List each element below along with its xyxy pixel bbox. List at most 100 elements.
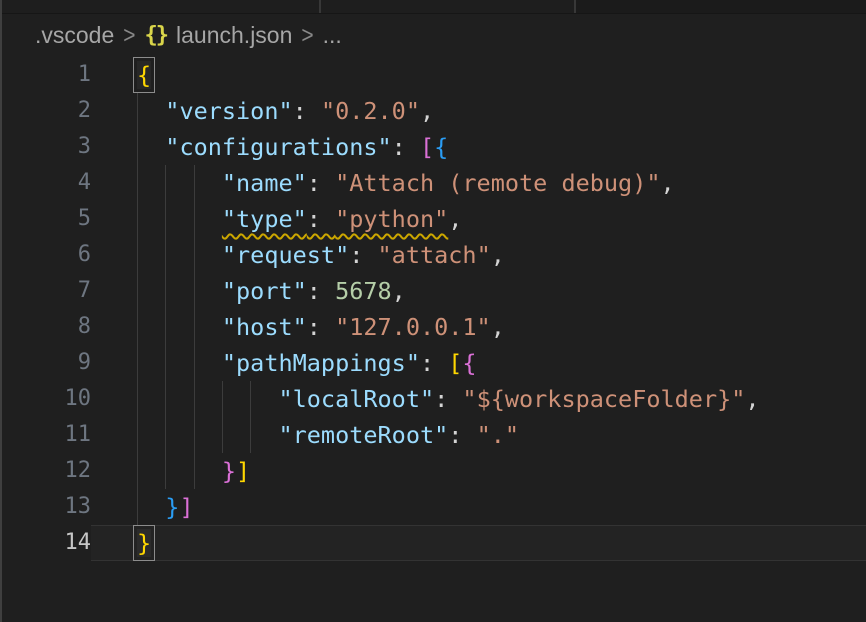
line-number[interactable]: 13: [0, 489, 91, 525]
line-number[interactable]: 1: [0, 57, 91, 93]
indent-guide: [165, 273, 166, 309]
code-content: }: [91, 525, 866, 561]
code-segment: [137, 97, 165, 125]
indent-guide: [165, 417, 166, 453]
code-segment: "version": [165, 97, 292, 125]
code-segment: :: [434, 385, 462, 413]
code-segment: ,: [745, 385, 759, 413]
code-segment: ,: [420, 97, 434, 125]
code-segment: [137, 457, 222, 485]
code-segment: [137, 493, 165, 521]
code-segment: "remoteRoot": [278, 421, 448, 449]
code-editor[interactable]: 1{2 "version": "0.2.0",3 "configurations…: [0, 57, 866, 561]
indent-guide: [137, 345, 138, 381]
indent-guide: [194, 165, 195, 201]
breadcrumb-item-folder[interactable]: .vscode: [35, 22, 114, 49]
code-line[interactable]: 3 "configurations": [{: [0, 129, 866, 165]
tab-segment[interactable]: [321, 0, 574, 13]
code-segment: "localRoot": [278, 385, 434, 413]
indent-guide: [194, 381, 195, 417]
code-segment: [: [420, 133, 434, 161]
bracket-match: }: [137, 529, 151, 557]
breadcrumb-item-file[interactable]: launch.json: [176, 22, 292, 49]
indent-guide: [165, 381, 166, 417]
bracket-match: {: [137, 61, 151, 89]
indent-guide: [165, 165, 166, 201]
code-segment: "0.2.0": [321, 97, 420, 125]
breadcrumb: .vscode > {} launch.json > ...: [0, 14, 866, 57]
indent-guide: [137, 453, 138, 489]
code-line[interactable]: 7 "port": 5678,: [0, 273, 866, 309]
code-segment: ]: [236, 457, 250, 485]
code-line[interactable]: 10 "localRoot": "${workspaceFolder}",: [0, 381, 866, 417]
line-number[interactable]: 4: [0, 165, 91, 201]
code-segment: ,: [448, 205, 462, 233]
line-number[interactable]: 5: [0, 201, 91, 237]
code-line[interactable]: 4 "name": "Attach (remote debug)",: [0, 165, 866, 201]
code-segment: "configurations": [165, 133, 391, 161]
code-segment: "Attach (remote debug)": [335, 169, 660, 197]
breadcrumb-item-symbol[interactable]: ...: [323, 22, 342, 49]
code-segment: ]: [179, 493, 193, 521]
code-content: "type": "python",: [91, 201, 866, 237]
line-number[interactable]: 9: [0, 345, 91, 381]
indent-guide: [222, 417, 223, 453]
code-segment: "127.0.0.1": [335, 313, 491, 341]
line-number[interactable]: 14: [0, 525, 91, 561]
line-number[interactable]: 3: [0, 129, 91, 165]
code-segment: ,: [491, 313, 505, 341]
code-segment: "${workspaceFolder}": [462, 385, 745, 413]
code-content: "version": "0.2.0",: [91, 93, 866, 129]
indent-guide: [137, 93, 138, 129]
code-segment: [137, 349, 222, 377]
code-content: "remoteRoot": ".": [91, 417, 866, 453]
code-line[interactable]: 9 "pathMappings": [{: [0, 345, 866, 381]
code-segment: "request": [222, 241, 349, 269]
indent-guide: [194, 345, 195, 381]
code-line[interactable]: 13 }]: [0, 489, 866, 525]
code-segment: {: [462, 349, 476, 377]
indent-guide: [165, 201, 166, 237]
tab-segment[interactable]: [0, 0, 319, 13]
json-file-icon: {}: [145, 23, 168, 48]
chevron-right-icon: >: [123, 22, 135, 50]
code-line[interactable]: 14}: [0, 525, 866, 561]
code-line[interactable]: 8 "host": "127.0.0.1",: [0, 309, 866, 345]
line-number[interactable]: 7: [0, 273, 91, 309]
line-number[interactable]: 10: [0, 381, 91, 417]
indent-guide: [165, 237, 166, 273]
warning-squiggle: "type": "python": [222, 205, 448, 233]
code-segment: [: [448, 349, 462, 377]
tab-bar: [0, 0, 866, 14]
code-segment: :: [307, 169, 335, 197]
indent-guide: [137, 165, 138, 201]
line-number[interactable]: 8: [0, 309, 91, 345]
indent-guide: [137, 237, 138, 273]
code-segment: [137, 277, 222, 305]
code-content: "localRoot": "${workspaceFolder}",: [91, 381, 866, 417]
code-segment: :: [307, 277, 335, 305]
code-segment: "attach": [378, 241, 491, 269]
code-line[interactable]: 11 "remoteRoot": ".": [0, 417, 866, 453]
code-line[interactable]: 1{: [0, 57, 866, 93]
code-content: }]: [91, 489, 866, 525]
line-number[interactable]: 2: [0, 93, 91, 129]
code-content: "name": "Attach (remote debug)",: [91, 165, 866, 201]
code-segment: }: [222, 457, 236, 485]
line-number[interactable]: 12: [0, 453, 91, 489]
code-line[interactable]: 12 }]: [0, 453, 866, 489]
indent-guide: [137, 273, 138, 309]
indent-guide: [165, 309, 166, 345]
indent-guide: [137, 129, 138, 165]
code-line[interactable]: 2 "version": "0.2.0",: [0, 93, 866, 129]
indent-guide: [194, 201, 195, 237]
code-segment: [137, 313, 222, 341]
tab-segment[interactable]: [576, 0, 866, 13]
code-segment: ".": [477, 421, 519, 449]
indent-guide: [194, 453, 195, 489]
line-number[interactable]: 11: [0, 417, 91, 453]
code-line[interactable]: 5 "type": "python",: [0, 201, 866, 237]
line-number[interactable]: 6: [0, 237, 91, 273]
code-segment: {: [434, 133, 448, 161]
code-line[interactable]: 6 "request": "attach",: [0, 237, 866, 273]
